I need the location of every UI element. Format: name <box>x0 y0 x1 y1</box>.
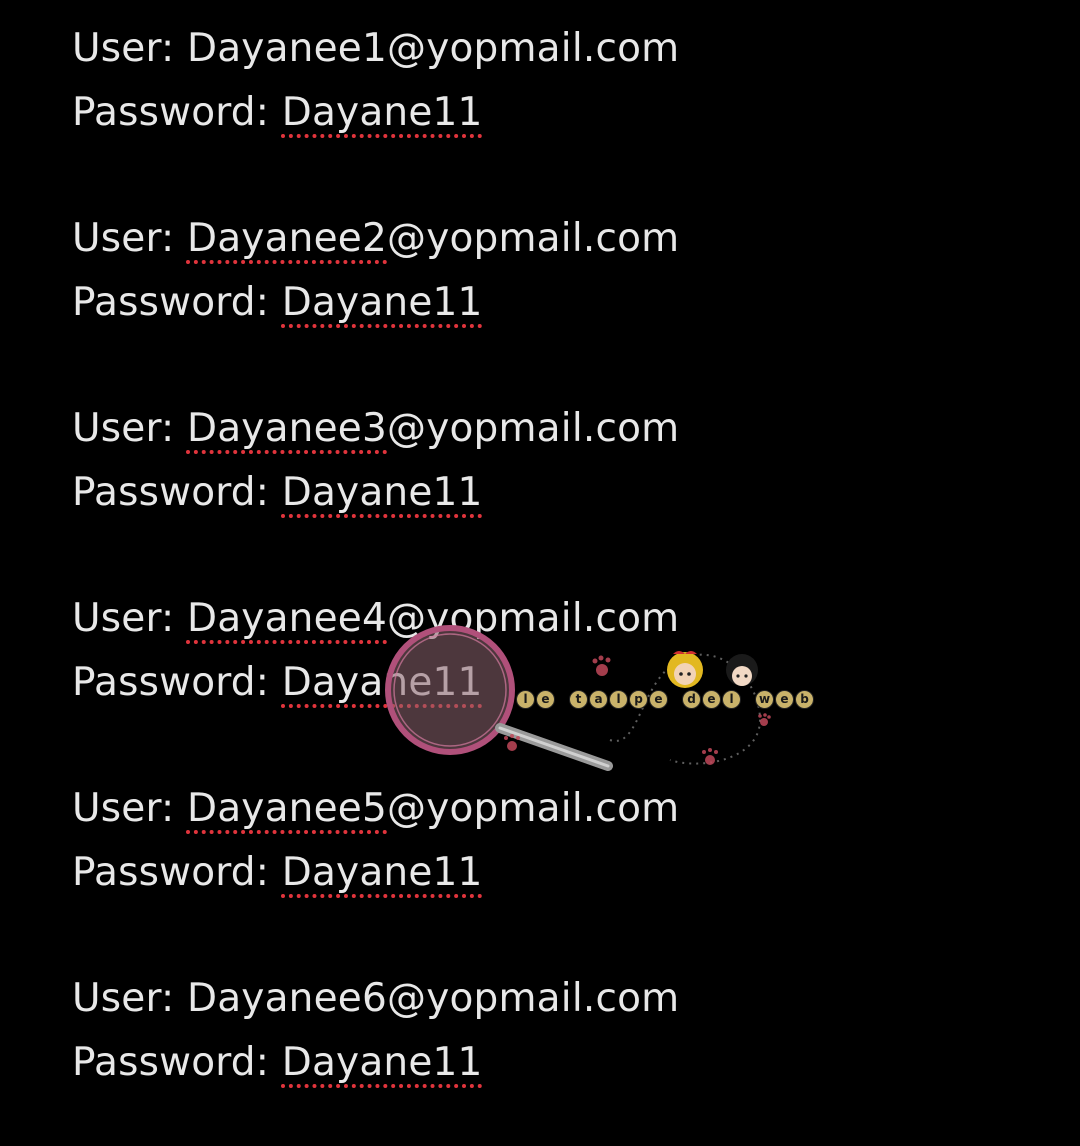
email-name: Dayanee3 <box>186 406 387 451</box>
email-address: Dayanee1@yopmail.com <box>187 26 679 71</box>
credential-entry-1: User: Dayanee1@yopmail.com Password: Day… <box>72 17 679 145</box>
credential-entry-3: User: Dayanee3@yopmail.com Password: Day… <box>72 397 679 525</box>
credential-entry-4: User: Dayanee4@yopmail.com Password: Day… <box>72 587 679 715</box>
email-address: Dayanee5@yopmail.com <box>187 786 679 831</box>
password-label: Password: <box>72 470 270 515</box>
email-name: Dayanee2 <box>186 216 387 261</box>
email-domain: @yopmail.com <box>387 216 680 261</box>
password-label: Password: <box>72 660 270 705</box>
password-line: Password: Dayane11 <box>72 461 679 525</box>
email-domain: @yopmail.com <box>387 406 680 451</box>
credential-entry-5: User: Dayanee5@yopmail.com Password: Day… <box>72 777 679 905</box>
email-address: Dayanee2@yopmail.com <box>187 216 679 261</box>
user-label: User: <box>72 406 175 451</box>
password-label: Password: <box>72 1040 270 1085</box>
user-label: User: <box>72 976 175 1021</box>
user-label: User: <box>72 26 175 71</box>
user-line: User: Dayanee3@yopmail.com <box>72 397 679 461</box>
email-name: Dayanee4 <box>186 596 387 641</box>
password-line: Password: Dayane11 <box>72 841 679 905</box>
password-value: Dayane11 <box>281 280 483 325</box>
user-label: User: <box>72 216 175 261</box>
email-domain: @yopmail.com <box>387 976 680 1021</box>
email-address: Dayanee3@yopmail.com <box>187 406 679 451</box>
email-name: Dayanee1 <box>186 26 387 71</box>
password-label: Password: <box>72 850 270 895</box>
credential-entry-2: User: Dayanee2@yopmail.com Password: Day… <box>72 207 679 335</box>
user-line: User: Dayanee4@yopmail.com <box>72 587 679 651</box>
user-label: User: <box>72 786 175 831</box>
user-line: User: Dayanee2@yopmail.com <box>72 207 679 271</box>
credential-entry-6: User: Dayanee6@yopmail.com Password: Day… <box>72 967 679 1095</box>
password-line: Password: Dayane11 <box>72 1031 679 1095</box>
email-domain: @yopmail.com <box>387 596 680 641</box>
password-value: Dayane11 <box>281 850 483 895</box>
email-domain: @yopmail.com <box>387 26 680 71</box>
email-domain: @yopmail.com <box>387 786 680 831</box>
password-value: Dayane11 <box>281 90 483 135</box>
password-value: Dayane11 <box>281 660 483 705</box>
email-name: Dayanee6 <box>186 976 387 1021</box>
password-label: Password: <box>72 90 270 135</box>
notes-text-area[interactable]: User: Dayanee1@yopmail.com Password: Day… <box>0 0 1080 1146</box>
user-label: User: <box>72 596 175 641</box>
user-line: User: Dayanee1@yopmail.com <box>72 17 679 81</box>
password-value: Dayane11 <box>281 1040 483 1085</box>
email-address: Dayanee4@yopmail.com <box>187 596 679 641</box>
password-line: Password: Dayane11 <box>72 81 679 145</box>
email-address: Dayanee6@yopmail.com <box>187 976 679 1021</box>
password-line: Password: Dayane11 <box>72 651 679 715</box>
password-value: Dayane11 <box>281 470 483 515</box>
password-line: Password: Dayane11 <box>72 271 679 335</box>
user-line: User: Dayanee6@yopmail.com <box>72 967 679 1031</box>
user-line: User: Dayanee5@yopmail.com <box>72 777 679 841</box>
password-label: Password: <box>72 280 270 325</box>
email-name: Dayanee5 <box>186 786 387 831</box>
